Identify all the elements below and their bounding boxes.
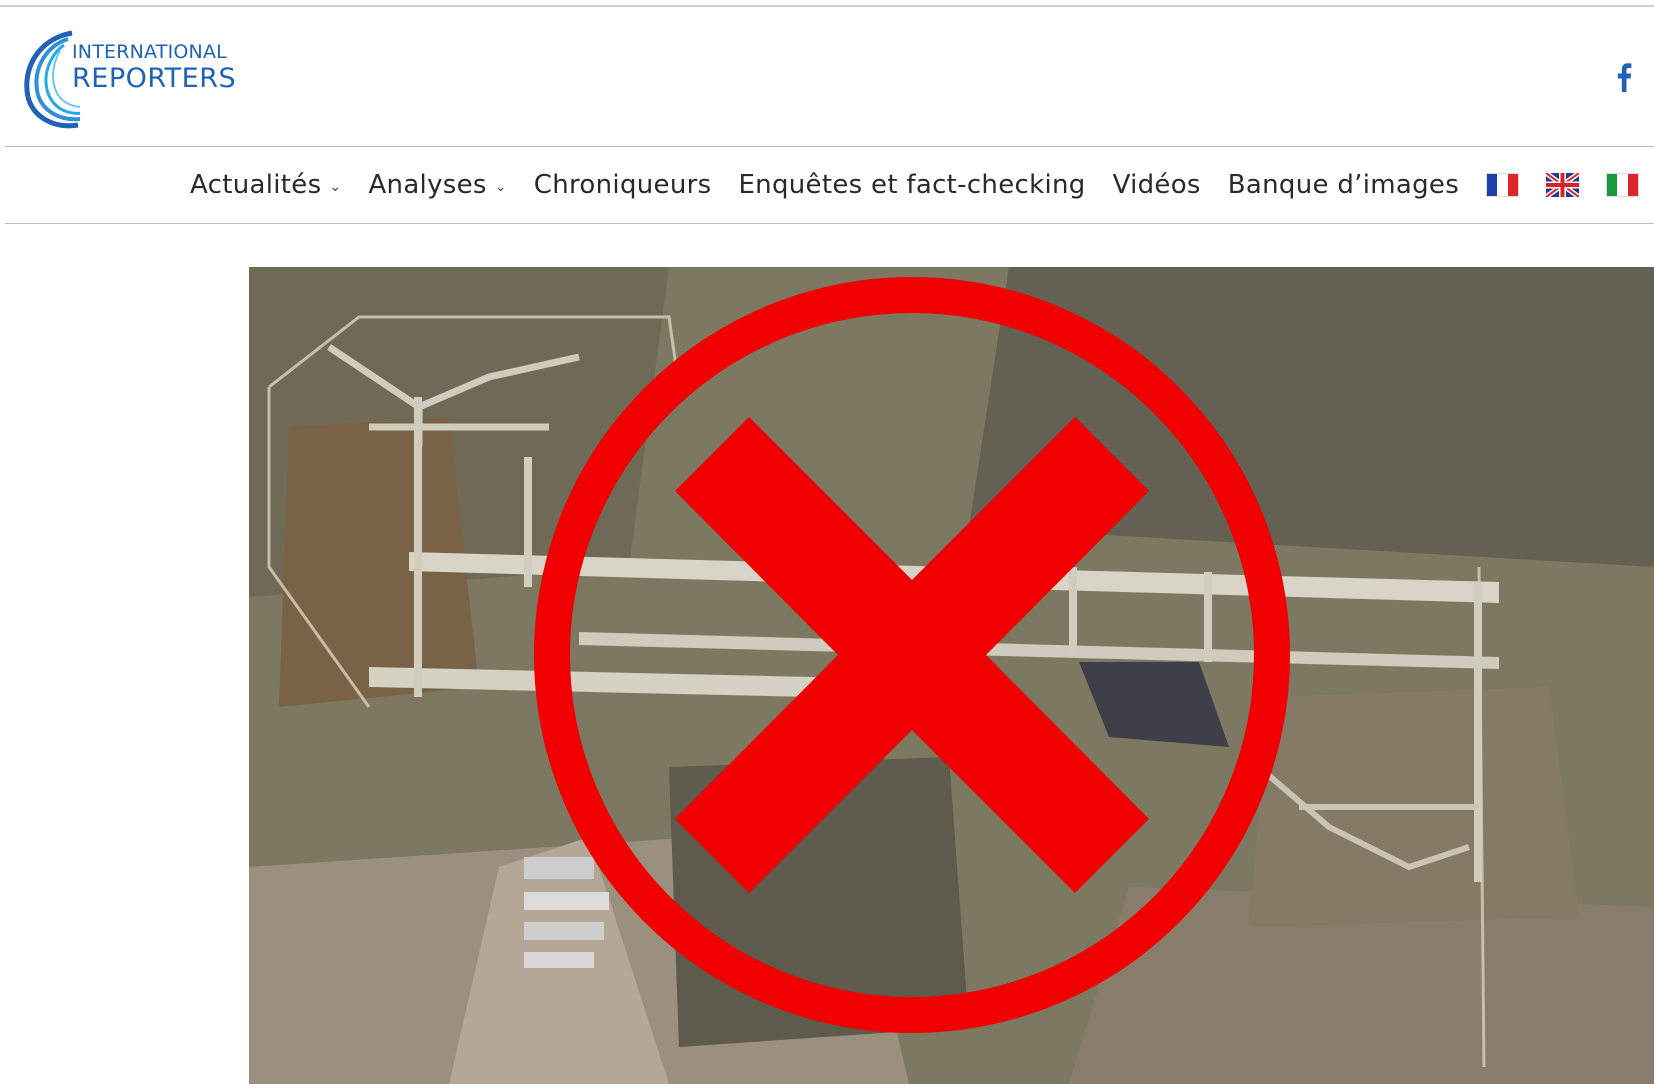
facebook-icon (1617, 63, 1632, 92)
airfield-photo (249, 267, 1654, 1084)
nav-item-label: Banque d’images (1227, 170, 1460, 200)
nav-item-label: Vidéos (1112, 170, 1201, 200)
site-header: INTERNATIONAL REPORTERS (0, 7, 1654, 145)
facebook-link[interactable] (1610, 59, 1638, 95)
flag-it-icon[interactable] (1606, 173, 1640, 197)
flag-uk-icon[interactable] (1546, 173, 1580, 197)
chevron-down-icon: ⌄ (494, 179, 507, 195)
nav-item-analyses[interactable]: Analyses ⌄ (368, 170, 506, 200)
nav-item-label: Actualités (190, 170, 322, 200)
hero-image (249, 267, 1654, 1084)
nav-item-actualites[interactable]: Actualités ⌄ (190, 170, 341, 200)
nav-item-chroniqueurs[interactable]: Chroniqueurs (534, 170, 712, 200)
logo-text-reporters: REPORTERS (72, 63, 237, 94)
nav-item-label: Analyses (368, 170, 487, 200)
nav-item-label: Chroniqueurs (533, 170, 712, 200)
nav-item-banque-images[interactable]: Banque d’images (1228, 170, 1459, 200)
logo-text-international: INTERNATIONAL (72, 41, 227, 63)
nav-item-label: Enquêtes et fact-checking (738, 170, 1086, 200)
nav-item-enquetes[interactable]: Enquêtes et fact-checking (738, 170, 1085, 200)
main-navigation: Actualités ⌄ Analyses ⌄ Chroniqueurs Enq… (190, 147, 1654, 223)
flag-fr-icon[interactable] (1486, 173, 1520, 197)
site-logo[interactable]: INTERNATIONAL REPORTERS (20, 25, 250, 135)
chevron-down-icon: ⌄ (329, 179, 342, 195)
nav-item-videos[interactable]: Vidéos (1113, 170, 1201, 200)
nav-bottom-divider (5, 223, 1654, 224)
logo-swoosh-icon (24, 30, 80, 129)
